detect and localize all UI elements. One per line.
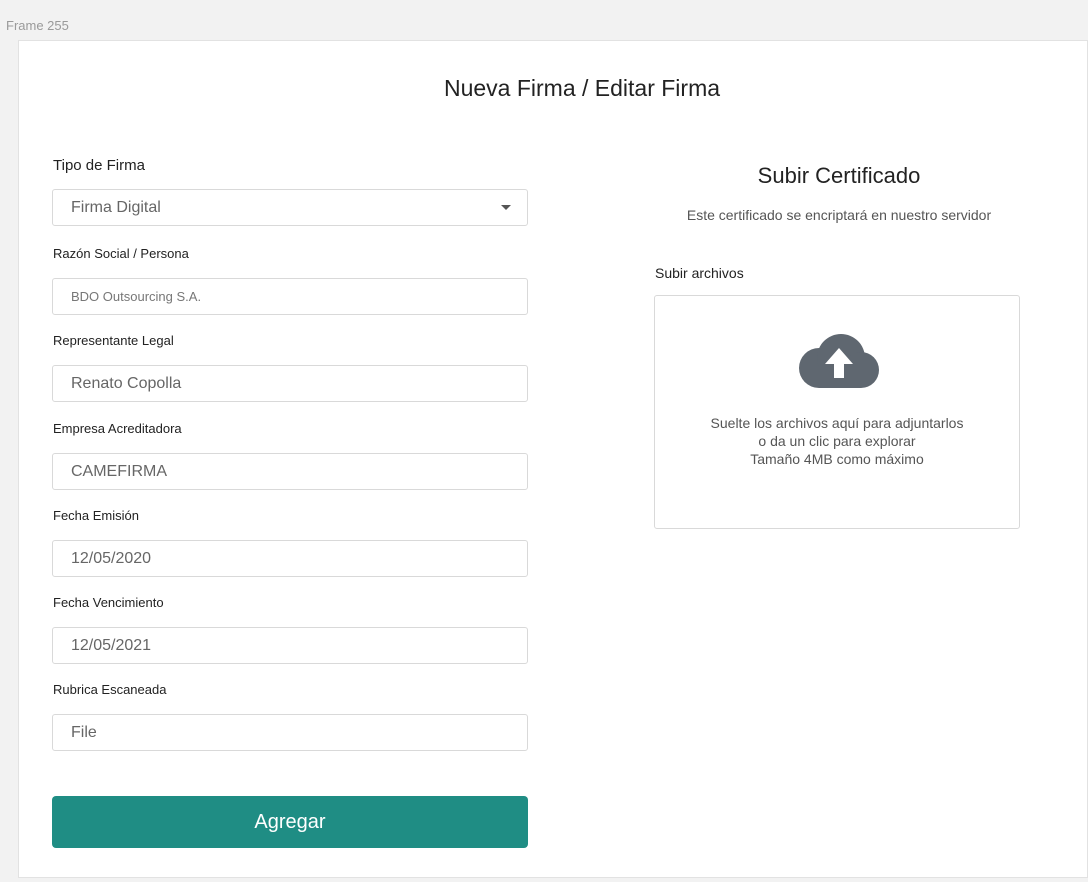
expiry-date-value: 12/05/2021 (71, 636, 152, 654)
scanned-rubric-label: Rubrica Escaneada (53, 682, 167, 697)
issue-date-value: 12/05/2020 (71, 549, 152, 567)
scanned-rubric-value: File (71, 723, 97, 741)
dropzone-line-1: Suelte los archivos aquí para adjuntarlo… (710, 415, 964, 431)
dropzone-line-3: Tamaño 4MB como máximo (750, 451, 924, 467)
legal-rep-input[interactable]: Renato Copolla (52, 365, 528, 402)
add-button[interactable]: Agregar (52, 796, 528, 848)
signature-type-label: Tipo de Firma (53, 157, 145, 174)
signature-type-select[interactable]: Firma Digital (52, 189, 528, 226)
certificate-title: Subir Certificado (757, 163, 921, 188)
expiry-date-input[interactable]: 12/05/2021 (52, 627, 528, 664)
certificate-subtitle: Este certificado se encriptará en nuestr… (686, 207, 992, 223)
accreditor-value: CAMEFIRMA (71, 462, 167, 480)
form-frame: Nueva Firma / Editar Firma Tipo de Firma… (18, 40, 1088, 878)
frame-label: Frame 255 (6, 18, 69, 33)
company-label: Razón Social / Persona (53, 246, 189, 261)
signature-type-value: Firma Digital (71, 198, 161, 216)
accreditor-input[interactable]: CAMEFIRMA (52, 453, 528, 490)
issue-date-label: Fecha Emisión (53, 508, 139, 523)
legal-rep-value: Renato Copolla (71, 374, 182, 392)
legal-rep-label: Representante Legal (53, 333, 174, 348)
company-input[interactable]: BDO Outsourcing S.A. (52, 278, 528, 315)
dropzone-text: Suelte los archivos aquí para adjuntarlo… (655, 414, 1019, 468)
dropzone-line-2: o da un clic para explorar (758, 433, 916, 449)
accreditor-label: Empresa Acreditadora (53, 421, 182, 436)
cloud-upload-icon (799, 334, 879, 388)
company-value: BDO Outsourcing S.A. (71, 289, 202, 304)
file-dropzone[interactable]: Suelte los archivos aquí para adjuntarlo… (654, 295, 1020, 529)
scanned-rubric-file-input[interactable]: File (52, 714, 528, 751)
issue-date-input[interactable]: 12/05/2020 (52, 540, 528, 577)
page-title: Nueva Firma / Editar Firma (443, 75, 721, 101)
expiry-date-label: Fecha Vencimiento (53, 595, 164, 610)
caret-down-icon (501, 205, 511, 210)
upload-files-label: Subir archivos (655, 265, 744, 281)
